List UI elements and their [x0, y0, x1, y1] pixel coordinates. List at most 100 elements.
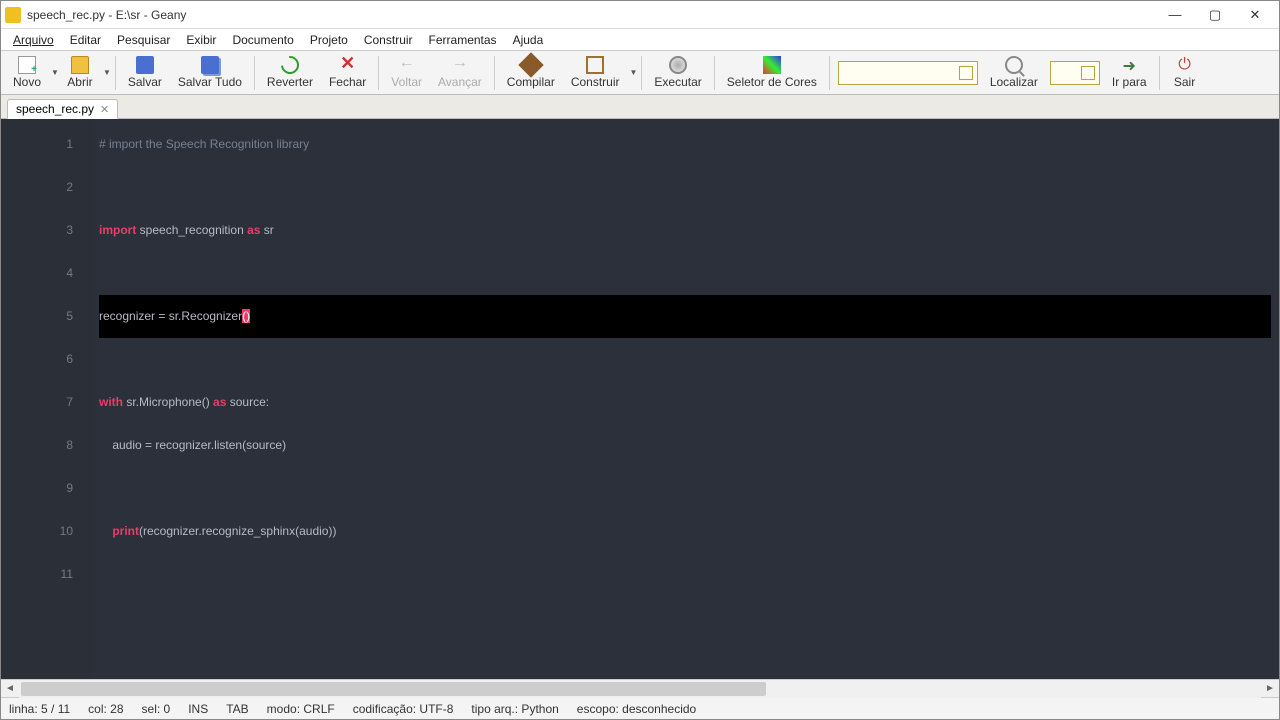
scroll-thumb[interactable] — [21, 682, 766, 696]
new-button[interactable]: Novo — [5, 54, 49, 91]
close-window-button[interactable]: ✕ — [1235, 2, 1275, 28]
color-picker-button[interactable]: Seletor de Cores — [719, 54, 825, 91]
line-number: 4 — [5, 252, 73, 295]
save-button[interactable]: Salvar — [120, 54, 170, 91]
search-icon — [1005, 56, 1023, 74]
editor[interactable]: 1234567891011 # import the Speech Recogn… — [1, 119, 1279, 679]
code-area[interactable]: # import the Speech Recognition library … — [91, 119, 1279, 679]
revert-button[interactable]: Reverter — [259, 54, 321, 91]
status-line: linha: 5 / 11 — [9, 702, 70, 716]
revert-icon — [277, 52, 302, 77]
code-line[interactable]: with sr.Microphone() as source: — [99, 381, 1271, 424]
status-filetype: tipo arq.: Python — [471, 702, 558, 716]
scroll-track[interactable] — [19, 680, 1261, 698]
save-icon — [136, 56, 154, 74]
status-encoding: codificação: UTF-8 — [353, 702, 454, 716]
open-button[interactable]: Abrir — [59, 54, 101, 91]
toolbar-separator — [641, 56, 642, 90]
open-dropdown-icon[interactable]: ▼ — [103, 68, 111, 77]
save-all-button[interactable]: Salvar Tudo — [170, 54, 250, 91]
line-number: 11 — [5, 553, 73, 596]
menu-ferramentas[interactable]: Ferramentas — [421, 31, 505, 49]
menu-arquivo[interactable]: Arquivo — [5, 31, 62, 49]
tabbar: speech_rec.py ✕ — [1, 95, 1279, 119]
statusbar: linha: 5 / 11 col: 28 sel: 0 INS TAB mod… — [1, 697, 1279, 719]
window-title: speech_rec.py - E:\sr - Geany — [27, 8, 1155, 22]
code-line[interactable] — [99, 338, 1271, 381]
page-icon — [1081, 66, 1095, 80]
compile-button[interactable]: Compilar — [499, 54, 563, 91]
tab-label: speech_rec.py — [16, 102, 94, 116]
arrow-right-icon: → — [451, 56, 469, 74]
save-all-icon — [201, 56, 219, 74]
goto-button[interactable]: ➜Ir para — [1104, 54, 1155, 91]
menu-exibir[interactable]: Exibir — [178, 31, 224, 49]
menu-construir[interactable]: Construir — [356, 31, 421, 49]
line-number-gutter: 1234567891011 — [1, 119, 91, 679]
toolbar-separator — [254, 56, 255, 90]
line-number: 2 — [5, 166, 73, 209]
page-icon — [959, 66, 973, 80]
code-line[interactable]: audio = recognizer.listen(source) — [99, 424, 1271, 467]
menu-pesquisar[interactable]: Pesquisar — [109, 31, 178, 49]
scroll-left-icon[interactable]: ◄ — [1, 680, 19, 698]
line-number: 6 — [5, 338, 73, 381]
forward-button[interactable]: →Avançar — [430, 54, 490, 91]
code-line[interactable]: print(recognizer.recognize_sphinx(audio)… — [99, 510, 1271, 553]
status-mode: modo: CRLF — [267, 702, 335, 716]
line-number: 3 — [5, 209, 73, 252]
back-button[interactable]: ←Voltar — [383, 54, 430, 91]
maximize-button[interactable]: ▢ — [1195, 2, 1235, 28]
scroll-right-icon[interactable]: ► — [1261, 680, 1279, 698]
build-button[interactable]: Construir — [563, 54, 628, 91]
status-tab: TAB — [226, 702, 248, 716]
menu-ajuda[interactable]: Ajuda — [505, 31, 552, 49]
window-titlebar: speech_rec.py - E:\sr - Geany ― ▢ ✕ — [1, 1, 1279, 29]
line-number: 5 — [5, 295, 73, 338]
compile-icon — [518, 52, 543, 77]
code-line[interactable]: recognizer = sr.Recognizer() — [99, 295, 1271, 338]
toolbar-separator — [1159, 56, 1160, 90]
quit-icon: ⏻ — [1176, 56, 1194, 74]
new-file-icon — [18, 56, 36, 74]
new-dropdown-icon[interactable]: ▼ — [51, 68, 59, 77]
code-line[interactable]: import speech_recognition as sr — [99, 209, 1271, 252]
build-dropdown-icon[interactable]: ▼ — [630, 68, 638, 77]
status-sel: sel: 0 — [142, 702, 171, 716]
code-line[interactable] — [99, 252, 1271, 295]
minimize-button[interactable]: ― — [1155, 2, 1195, 28]
find-button[interactable]: Localizar — [982, 54, 1046, 91]
menubar: Arquivo Editar Pesquisar Exibir Document… — [1, 29, 1279, 51]
status-col: col: 28 — [88, 702, 123, 716]
menu-documento[interactable]: Documento — [224, 31, 301, 49]
goto-field[interactable] — [1050, 61, 1100, 85]
line-number: 10 — [5, 510, 73, 553]
execute-icon — [669, 56, 687, 74]
folder-open-icon — [71, 56, 89, 74]
toolbar-separator — [494, 56, 495, 90]
build-icon — [586, 56, 604, 74]
search-field[interactable] — [838, 61, 978, 85]
line-number: 1 — [5, 123, 73, 166]
goto-icon: ➜ — [1120, 56, 1138, 74]
code-line[interactable] — [99, 467, 1271, 510]
status-scope: escopo: desconhecido — [577, 702, 696, 716]
toolbar-separator — [115, 56, 116, 90]
toolbar-separator — [714, 56, 715, 90]
close-icon: ✕ — [339, 56, 357, 74]
menu-projeto[interactable]: Projeto — [302, 31, 356, 49]
code-line[interactable] — [99, 166, 1271, 209]
line-number: 9 — [5, 467, 73, 510]
close-button[interactable]: ✕Fechar — [321, 54, 374, 91]
horizontal-scrollbar[interactable]: ◄ ► — [1, 679, 1279, 697]
line-number: 8 — [5, 424, 73, 467]
code-line[interactable] — [99, 553, 1271, 596]
menu-editar[interactable]: Editar — [62, 31, 109, 49]
file-tab-active[interactable]: speech_rec.py ✕ — [7, 99, 118, 119]
tab-close-icon[interactable]: ✕ — [100, 103, 109, 116]
quit-button[interactable]: ⏻Sair — [1164, 54, 1206, 91]
code-line[interactable]: # import the Speech Recognition library — [99, 123, 1271, 166]
execute-button[interactable]: Executar — [646, 54, 709, 91]
toolbar-separator — [378, 56, 379, 90]
palette-icon — [763, 56, 781, 74]
